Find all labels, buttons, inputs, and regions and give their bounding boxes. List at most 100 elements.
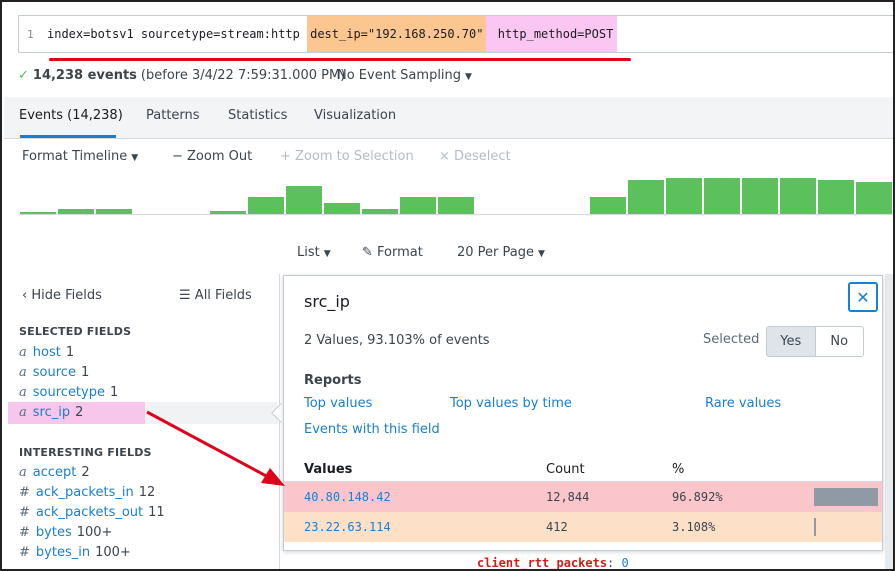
zoom-to-selection-button[interactable]: + Zoom to Selection xyxy=(280,149,414,164)
hide-fields-button[interactable]: ‹ Hide Fields xyxy=(22,288,102,303)
histogram-bar[interactable] xyxy=(856,182,892,214)
histogram-bar[interactable] xyxy=(818,180,854,214)
field-name[interactable]: host xyxy=(33,345,61,360)
all-fields-button[interactable]: ☰ All Fields xyxy=(179,288,252,303)
selected-toggle[interactable]: Yes No xyxy=(766,326,864,357)
hide-fields-label: Hide Fields xyxy=(31,288,102,303)
events-with-field-link[interactable]: Events with this field xyxy=(304,422,440,437)
reports-heading: Reports xyxy=(304,373,362,388)
table-row[interactable]: 40.80.148.42 12,844 96.892% xyxy=(284,482,882,512)
tab-patterns[interactable]: Patterns xyxy=(146,108,200,123)
selected-label: Selected xyxy=(703,332,760,347)
field-type-icon: a xyxy=(19,385,27,400)
value-count: 12,844 xyxy=(546,490,590,504)
top-values-link[interactable]: Top values xyxy=(304,396,372,411)
field-name[interactable]: bytes xyxy=(36,525,72,540)
histogram-bar[interactable] xyxy=(438,197,474,214)
histogram-bar[interactable] xyxy=(96,209,132,214)
close-icon: ✕ xyxy=(856,287,870,307)
histogram-bar[interactable] xyxy=(628,180,664,214)
field-count: 12 xyxy=(138,485,156,500)
list-view-dropdown[interactable]: List ▼ xyxy=(297,245,331,260)
close-button[interactable]: ✕ xyxy=(848,282,878,312)
results-tabs: Events (14,238) Patterns Statistics Visu… xyxy=(4,97,893,139)
search-bar[interactable]: 1 index=botsv1 sourcetype=stream:http de… xyxy=(18,15,893,61)
field-name[interactable]: src_ip xyxy=(33,405,70,420)
field-ack-packets-out[interactable]: # ack_packets_out 11 xyxy=(19,505,165,520)
event-field-name[interactable]: client_rtt_packets xyxy=(477,556,607,569)
field-count: 11 xyxy=(148,505,165,520)
value-link[interactable]: 40.80.148.42 xyxy=(304,490,391,504)
tab-statistics[interactable]: Statistics xyxy=(228,108,287,123)
value-link[interactable]: 23.22.63.114 xyxy=(304,520,391,534)
percent-column-header: % xyxy=(672,462,685,477)
check-icon: ✓ xyxy=(18,68,29,83)
field-sourcetype[interactable]: a sourcetype 1 xyxy=(19,385,118,400)
search-time-range: (before 3/4/22 7:59:31.000 PM) xyxy=(140,68,346,83)
value-percent: 96.892% xyxy=(672,490,723,504)
annotation-underline xyxy=(49,58,631,61)
histogram-bar[interactable] xyxy=(248,197,284,214)
caret-down-icon: ▼ xyxy=(323,249,331,259)
event-count: 14,238 events xyxy=(32,68,137,83)
histogram-bar[interactable] xyxy=(704,178,740,214)
event-field-separator: : xyxy=(607,556,615,570)
field-type-icon: # xyxy=(19,485,30,500)
histogram-bar[interactable] xyxy=(742,178,778,214)
query-http-method-highlight: http_method=POST xyxy=(486,16,618,52)
query-index-sourcetype: index=botsv1 sourcetype=stream:http xyxy=(47,27,308,41)
count-column-header: Count xyxy=(546,462,585,477)
field-host[interactable]: a host 1 xyxy=(19,345,74,360)
field-summary-popover: src_ip ✕ 2 Values, 93.103% of events Sel… xyxy=(283,275,883,551)
popover-title: src_ip xyxy=(304,292,350,311)
field-name[interactable]: ack_packets_out xyxy=(36,505,143,520)
field-ack-packets-in[interactable]: # ack_packets_in 12 xyxy=(19,485,155,500)
event-field-number[interactable]: 0 xyxy=(622,556,629,569)
field-type-icon: a xyxy=(19,405,27,420)
timeline-histogram[interactable] xyxy=(19,170,893,215)
format-timeline-button[interactable]: Format Timeline ▼ xyxy=(22,149,138,164)
selected-fields-heading: SELECTED FIELDS xyxy=(19,325,132,338)
event-sampling-dropdown[interactable]: No Event Sampling ▼ xyxy=(337,68,472,83)
tab-visualization[interactable]: Visualization xyxy=(314,108,396,123)
values-summary: 2 Values, 93.103% of events xyxy=(304,333,490,348)
query-dest-ip-highlight: dest_ip="192.168.250.70" xyxy=(307,16,487,52)
field-name[interactable]: source xyxy=(33,365,76,380)
selected-no-button[interactable]: No xyxy=(816,327,864,356)
field-name[interactable]: bytes_in xyxy=(36,545,90,560)
histogram-bar[interactable] xyxy=(58,209,94,214)
selected-yes-button[interactable]: Yes xyxy=(767,327,816,356)
histogram-bar[interactable] xyxy=(286,186,322,214)
field-name[interactable]: ack_packets_in xyxy=(36,485,134,500)
field-src-ip[interactable]: a src_ip 2 xyxy=(19,405,83,420)
deselect-button[interactable]: × Deselect xyxy=(439,149,511,164)
caret-down-icon: ▼ xyxy=(131,153,139,163)
line-number: 1 xyxy=(27,28,34,41)
histogram-bar[interactable] xyxy=(780,178,816,214)
zoom-out-button[interactable]: − Zoom Out xyxy=(172,149,252,164)
field-count: 1 xyxy=(65,345,75,360)
table-row[interactable]: 23.22.63.114 412 3.108% xyxy=(284,512,882,542)
field-name[interactable]: sourcetype xyxy=(33,385,105,400)
histogram-bar[interactable] xyxy=(400,197,436,214)
histogram-bar[interactable] xyxy=(666,178,702,214)
values-table-header: Values Count % xyxy=(284,458,882,482)
search-query[interactable]: index=botsv1 sourcetype=stream:http dest… xyxy=(47,16,618,52)
field-name[interactable]: accept xyxy=(33,465,77,480)
tab-events[interactable]: Events (14,238) xyxy=(19,108,123,123)
field-accept[interactable]: a accept 2 xyxy=(19,465,90,480)
top-values-by-time-link[interactable]: Top values by time xyxy=(450,396,572,411)
histogram-bar[interactable] xyxy=(362,209,398,214)
percent-bar xyxy=(814,518,816,536)
field-source[interactable]: a source 1 xyxy=(19,365,89,380)
per-page-dropdown[interactable]: 20 Per Page ▼ xyxy=(457,245,545,260)
scrollbar-track[interactable] xyxy=(885,274,893,569)
field-bytes[interactable]: # bytes 100+ xyxy=(19,525,112,540)
format-button[interactable]: ✎ Format xyxy=(362,245,423,260)
rare-values-link[interactable]: Rare values xyxy=(705,396,781,411)
histogram-bar[interactable] xyxy=(20,212,56,214)
histogram-bar[interactable] xyxy=(324,203,360,214)
field-bytes-in[interactable]: # bytes_in 100+ xyxy=(19,545,131,560)
histogram-bar[interactable] xyxy=(210,211,246,214)
histogram-bar[interactable] xyxy=(590,197,626,214)
